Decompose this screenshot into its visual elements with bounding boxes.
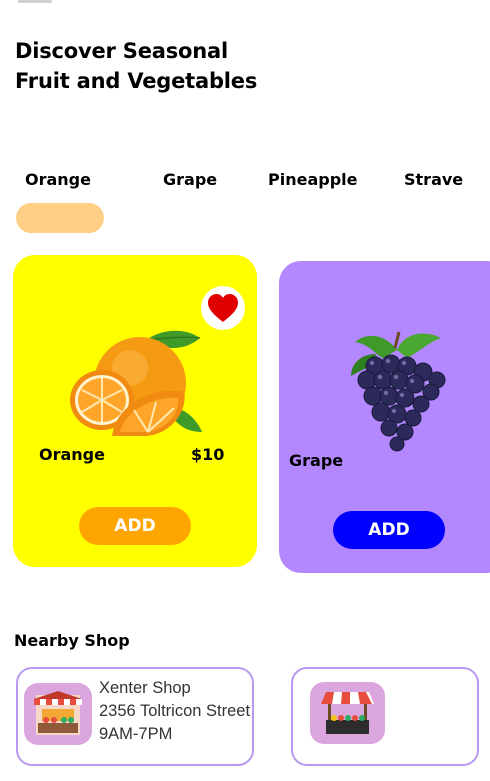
market-stall-image (321, 692, 374, 734)
page-title: Discover Seasonal Fruit and Vegetables (15, 36, 257, 96)
product-price-orange: $10 (191, 445, 225, 464)
page-title-line-2: Fruit and Vegetables (15, 69, 258, 93)
orange-fruit-image (70, 330, 202, 436)
product-name-grape: Grape (289, 451, 344, 470)
tab-orange[interactable]: Orange (25, 170, 91, 190)
product-name-orange: Orange (39, 445, 105, 464)
category-tabs: Orange Grape Pineapple Strave (0, 170, 490, 192)
shop-thumbnail (310, 682, 385, 744)
shop-thumbnail (24, 683, 92, 745)
page-title-line-1: Discover Seasonal (15, 39, 228, 63)
nearby-shop-heading: Nearby Shop (14, 631, 130, 650)
tab-pineapple[interactable]: Pineapple (268, 170, 358, 190)
market-stall-image (34, 691, 82, 735)
favorite-button[interactable] (201, 286, 245, 330)
heart-icon (208, 294, 238, 322)
grape-fruit-image (351, 331, 446, 452)
shop-address: 2356 Toltricon Street (99, 702, 251, 720)
tab-strave[interactable]: Strave (404, 170, 463, 190)
selected-tab-indicator (16, 203, 104, 233)
shop-hours: 9AM-7PM (99, 725, 173, 743)
tab-grape[interactable]: Grape (163, 170, 217, 190)
add-grape-button[interactable]: ADD (333, 511, 445, 549)
shop-name: Xenter Shop (99, 679, 191, 697)
status-bar-indicator (18, 0, 52, 3)
add-orange-button[interactable]: ADD (79, 507, 191, 545)
